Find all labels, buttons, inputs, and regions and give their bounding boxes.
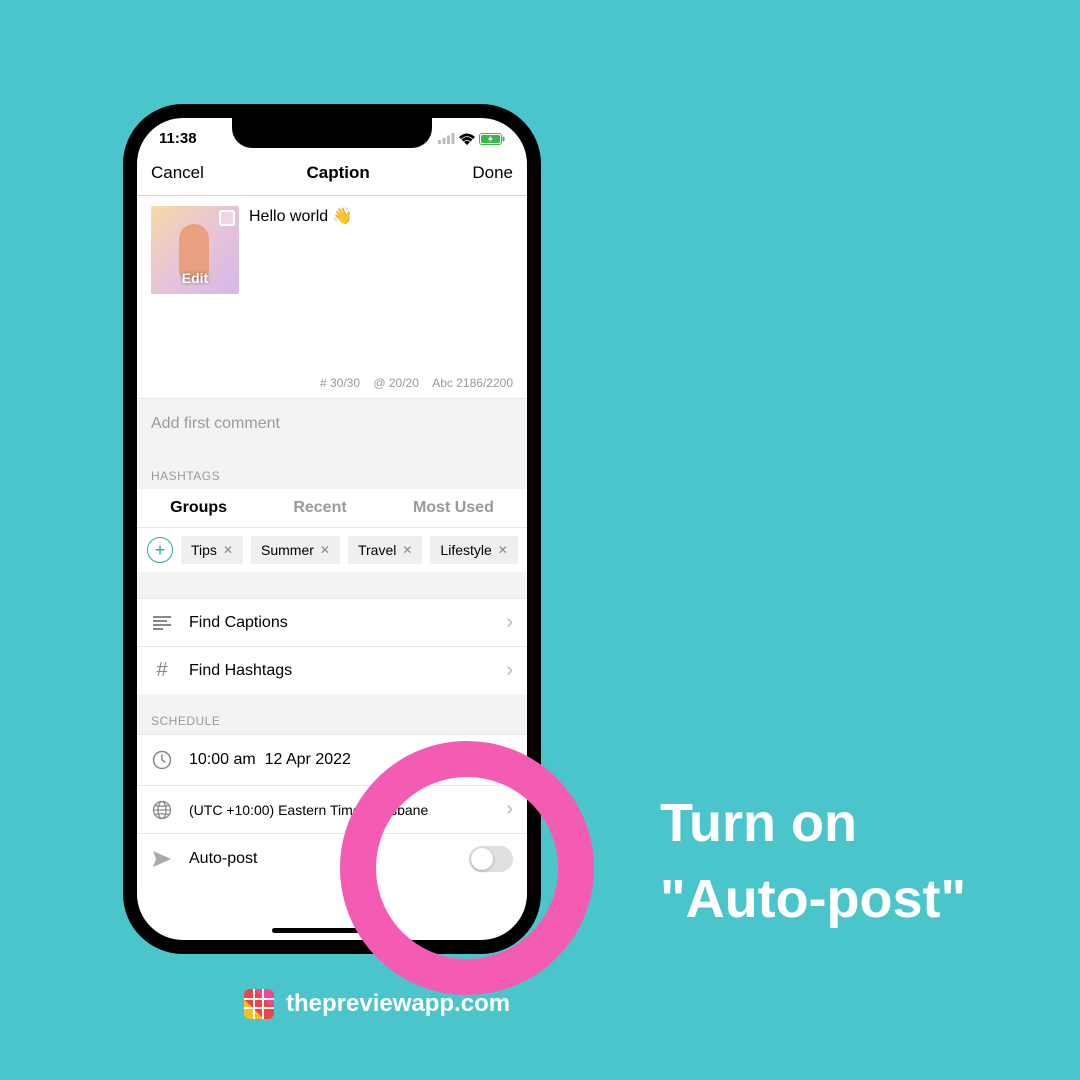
post-thumbnail[interactable]: Edit bbox=[151, 206, 239, 294]
clock-icon bbox=[151, 750, 173, 770]
hashtag-tabs: Groups Recent Most Used bbox=[137, 489, 527, 528]
status-icons bbox=[438, 133, 505, 145]
hashtag-groups-row: + Tips✕ Summer✕ Travel✕ Lifestyle✕ bbox=[137, 528, 527, 572]
add-group-button[interactable]: + bbox=[147, 537, 173, 563]
page-title: Caption bbox=[307, 163, 370, 183]
find-captions-row[interactable]: Find Captions › bbox=[137, 598, 527, 646]
caption-area: Edit Hello world 👋 bbox=[137, 196, 527, 376]
char-count: Abc 2186/2200 bbox=[432, 376, 513, 390]
tab-groups[interactable]: Groups bbox=[170, 499, 227, 517]
tag-chip[interactable]: Tips✕ bbox=[181, 536, 243, 564]
highlight-circle bbox=[340, 741, 594, 995]
nav-bar: Cancel Caption Done bbox=[137, 153, 527, 196]
status-time: 11:38 bbox=[159, 130, 197, 147]
row-label: Find Hashtags bbox=[189, 662, 490, 680]
tag-chip[interactable]: Travel✕ bbox=[348, 536, 422, 564]
chevron-right-icon: › bbox=[506, 659, 513, 682]
tab-recent[interactable]: Recent bbox=[293, 499, 346, 517]
hashtag-count: # 30/30 bbox=[320, 376, 360, 390]
close-icon[interactable]: ✕ bbox=[223, 543, 233, 557]
caption-stats: # 30/30 @ 20/20 Abc 2186/2200 bbox=[137, 376, 527, 398]
close-icon[interactable]: ✕ bbox=[402, 543, 412, 557]
hash-icon: # bbox=[151, 659, 173, 682]
cancel-button[interactable]: Cancel bbox=[151, 163, 204, 183]
signal-icon bbox=[438, 133, 455, 144]
edit-label: Edit bbox=[151, 270, 239, 286]
chevron-right-icon: › bbox=[506, 611, 513, 634]
schedule-header: SCHEDULE bbox=[137, 694, 527, 734]
done-button[interactable]: Done bbox=[472, 163, 513, 183]
callout-text: Turn on "Auto-post" bbox=[660, 786, 1060, 937]
carousel-icon bbox=[219, 210, 235, 226]
find-hashtags-row[interactable]: # Find Hashtags › bbox=[137, 646, 527, 694]
caption-input[interactable]: Hello world 👋 bbox=[249, 206, 513, 366]
brand-logo-icon bbox=[244, 989, 274, 1019]
globe-icon bbox=[151, 800, 173, 820]
tag-chip[interactable]: Lifestyle✕ bbox=[430, 536, 517, 564]
list-icon bbox=[151, 616, 173, 630]
tag-chip[interactable]: Summer✕ bbox=[251, 536, 340, 564]
mention-count: @ 20/20 bbox=[373, 376, 419, 390]
tab-most-used[interactable]: Most Used bbox=[413, 499, 494, 517]
send-icon bbox=[151, 850, 173, 868]
close-icon[interactable]: ✕ bbox=[498, 543, 508, 557]
hashtags-header: HASHTAGS bbox=[137, 449, 527, 489]
notch bbox=[232, 118, 432, 148]
battery-icon bbox=[479, 133, 505, 145]
first-comment-input[interactable]: Add first comment bbox=[137, 398, 527, 449]
wifi-icon bbox=[459, 133, 475, 145]
row-label: Find Captions bbox=[189, 614, 490, 632]
close-icon[interactable]: ✕ bbox=[320, 543, 330, 557]
